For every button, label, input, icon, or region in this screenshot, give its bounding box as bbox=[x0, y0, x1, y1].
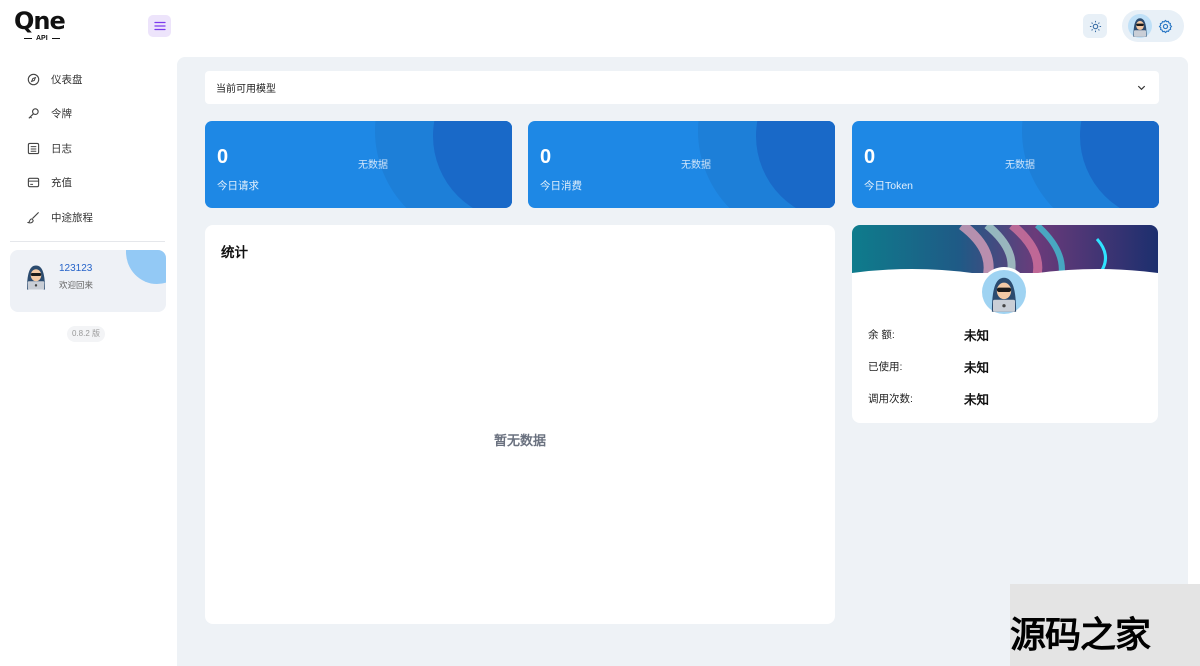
calls-value: 未知 bbox=[964, 392, 990, 407]
sidebar-item-label: 中途旅程 bbox=[51, 211, 93, 224]
stat-value: 0 bbox=[217, 146, 229, 168]
brush-icon bbox=[26, 210, 40, 224]
statistics-panel: 统计 暂无数据 bbox=[205, 225, 835, 624]
sidebar-item-label: 令牌 bbox=[51, 108, 72, 121]
stat-card-consumption: 0 无数据 今日消费 bbox=[528, 121, 835, 208]
watermark: 源码之家 bbox=[1010, 584, 1200, 666]
stat-card-requests: 0 无数据 今日请求 bbox=[205, 121, 512, 208]
sidebar-nav: 仪表盘 令牌 日志 充值 中途旅程 bbox=[0, 62, 176, 235]
theme-toggle-button[interactable] bbox=[1083, 14, 1107, 38]
stat-card-tokens: 0 无数据 今日Token bbox=[852, 121, 1159, 208]
profile-avatar bbox=[979, 267, 1029, 317]
sidebar-item-tokens[interactable]: 令牌 bbox=[0, 97, 176, 132]
avatar bbox=[1128, 14, 1152, 38]
sidebar-item-label: 仪表盘 bbox=[51, 73, 83, 86]
sidebar-item-label: 日志 bbox=[51, 142, 72, 155]
gear-icon bbox=[1158, 19, 1173, 33]
profile-menu-button[interactable] bbox=[1122, 10, 1184, 42]
dashboard-icon bbox=[26, 72, 40, 86]
card-icon bbox=[26, 176, 40, 190]
model-select-label: 当前可用模型 bbox=[216, 84, 276, 95]
stat-label: 今日消费 bbox=[540, 180, 582, 192]
brand-logo[interactable]: Qne API bbox=[14, 8, 76, 46]
used-value: 未知 bbox=[964, 360, 990, 375]
user-name: 123123 bbox=[59, 263, 93, 274]
sidebar-item-topup[interactable]: 充值 bbox=[0, 166, 176, 201]
stat-status: 无数据 bbox=[358, 160, 388, 171]
user-card[interactable]: 123123 欢迎回来 bbox=[10, 250, 166, 312]
stat-label: 今日请求 bbox=[217, 180, 259, 192]
welcome-text: 欢迎回来 bbox=[59, 280, 94, 290]
profile-panel: 余 额: 未知 已使用: 未知 调用次数: 未知 bbox=[852, 225, 1158, 423]
empty-state: 暂无数据 bbox=[493, 433, 546, 448]
sidebar: Qne API 仪表盘 令牌 日志 充值 中途旅程 123123 欢迎回来 0.… bbox=[0, 0, 176, 666]
sidebar-item-logs[interactable]: 日志 bbox=[0, 131, 176, 166]
sidebar-item-dashboard[interactable]: 仪表盘 bbox=[0, 62, 176, 97]
stat-label: 今日Token bbox=[864, 180, 914, 192]
chevron-down-icon bbox=[1137, 85, 1146, 91]
statistics-title: 统计 bbox=[221, 245, 248, 260]
version-badge: 0.8.2 版 bbox=[67, 326, 106, 342]
sidebar-item-label: 充值 bbox=[51, 177, 72, 190]
watermark-text: 源码之家 bbox=[1010, 615, 1151, 656]
menu-toggle-button[interactable] bbox=[148, 15, 171, 37]
sidebar-item-midjourney[interactable]: 中途旅程 bbox=[0, 200, 176, 235]
divider bbox=[10, 241, 165, 242]
hamburger-icon bbox=[153, 21, 166, 31]
stat-status: 无数据 bbox=[681, 160, 711, 171]
stat-value: 0 bbox=[540, 146, 552, 168]
balance-value: 未知 bbox=[964, 328, 990, 343]
key-icon bbox=[26, 107, 40, 121]
calls-row: 调用次数: 未知 bbox=[868, 388, 989, 408]
sun-icon bbox=[1089, 20, 1101, 32]
brand-name: Qne bbox=[14, 7, 66, 35]
stat-status: 无数据 bbox=[1005, 160, 1035, 171]
brand-sub: API bbox=[36, 35, 48, 42]
model-select[interactable]: 当前可用模型 bbox=[205, 71, 1159, 104]
used-row: 已使用: 未知 bbox=[868, 356, 989, 376]
balance-row: 余 额: 未知 bbox=[868, 324, 989, 344]
balance-label: 余 额: bbox=[868, 328, 895, 341]
used-label: 已使用: bbox=[868, 360, 903, 373]
log-icon bbox=[26, 141, 40, 155]
stat-value: 0 bbox=[864, 146, 876, 168]
calls-label: 调用次数: bbox=[868, 392, 913, 405]
avatar bbox=[27, 265, 45, 290]
